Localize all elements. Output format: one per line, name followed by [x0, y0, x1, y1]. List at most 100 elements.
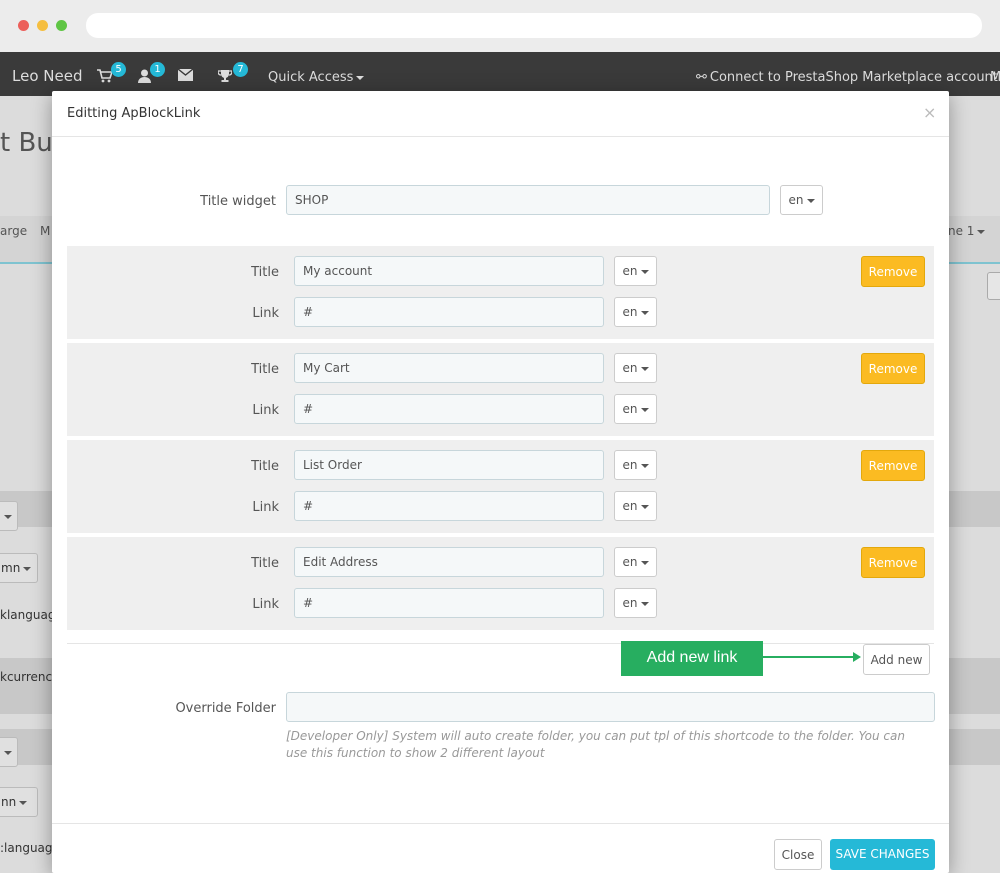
background-toolbar-item: arge — [0, 224, 28, 238]
customers-badge: 1 — [150, 62, 165, 77]
background-select: nn — [0, 787, 38, 817]
modal-title: Editting ApBlockLink — [67, 106, 201, 121]
chevron-down-icon — [977, 229, 986, 234]
link-title-label: Title — [251, 556, 279, 571]
user-icon[interactable] — [138, 69, 151, 87]
chevron-down-icon — [640, 560, 649, 565]
add-new-link-callout: Add new link — [621, 641, 763, 676]
chevron-down-icon — [640, 601, 649, 606]
cart-icon[interactable] — [97, 69, 114, 87]
save-changes-button[interactable]: SAVE CHANGES — [830, 839, 935, 870]
page-title: t Bui — [0, 128, 60, 158]
link-title-input[interactable] — [294, 353, 604, 383]
link-title-language-select[interactable]: en — [614, 353, 657, 383]
link-title-input[interactable] — [294, 547, 604, 577]
language-label: en — [622, 305, 638, 319]
maximize-window-dot[interactable] — [56, 20, 67, 31]
title-widget-language-select[interactable]: en — [780, 185, 823, 215]
link-url-label: Link — [252, 306, 279, 321]
quick-access-menu[interactable]: Quick Access — [268, 70, 365, 85]
background-select-label: nn — [1, 795, 17, 809]
language-label: en — [622, 499, 638, 513]
background-select: mn — [0, 553, 38, 583]
callout-arrow — [763, 656, 855, 658]
link-block: Title en Remove Link en — [67, 343, 934, 436]
remove-link-button[interactable]: Remove — [861, 353, 925, 384]
remove-link-button[interactable]: Remove — [861, 547, 925, 578]
arrow-right-icon — [853, 652, 861, 662]
add-new-link-button[interactable]: Add new — [863, 644, 930, 675]
chevron-down-icon — [4, 514, 12, 519]
override-folder-input[interactable] — [286, 692, 935, 722]
language-label: en — [622, 555, 638, 569]
link-title-label: Title — [251, 459, 279, 474]
background-toolbar-item: ne 1 — [948, 224, 986, 238]
link-url-label: Link — [252, 500, 279, 515]
background-toolbar-item: M — [40, 224, 51, 238]
chevron-down-icon — [356, 75, 365, 80]
trophy-badge: 7 — [233, 62, 248, 77]
more-menu[interactable]: M — [990, 70, 1000, 85]
marketplace-connect-label: Connect to PrestaShop Marketplace accoun… — [709, 70, 998, 85]
link-url-input[interactable] — [294, 491, 604, 521]
minimize-window-dot[interactable] — [37, 20, 48, 31]
close-window-dot[interactable] — [18, 20, 29, 31]
link-url-language-select[interactable]: en — [614, 394, 657, 424]
link-title-label: Title — [251, 265, 279, 280]
link-url-language-select[interactable]: en — [614, 491, 657, 521]
override-folder-label: Override Folder — [175, 701, 276, 716]
link-title-language-select[interactable]: en — [614, 547, 657, 577]
link-url-input[interactable] — [294, 588, 604, 618]
modal-footer: Close SAVE CHANGES — [52, 823, 949, 873]
chevron-down-icon — [4, 750, 12, 755]
trophy-icon[interactable] — [217, 69, 233, 87]
chevron-down-icon — [640, 366, 649, 371]
background-toolbar-item-label: ne 1 — [948, 224, 975, 238]
language-label: en — [622, 361, 638, 375]
language-label: en — [622, 264, 638, 278]
language-label: en — [622, 402, 638, 416]
link-url-language-select[interactable]: en — [614, 588, 657, 618]
chevron-down-icon — [23, 566, 32, 571]
link-title-input[interactable] — [294, 256, 604, 286]
link-url-input[interactable] — [294, 297, 604, 327]
edit-widget-modal: Editting ApBlockLink × Title widget en T… — [52, 91, 949, 873]
quick-access-label: Quick Access — [268, 70, 354, 85]
link-title-label: Title — [251, 362, 279, 377]
chevron-down-icon — [806, 198, 815, 203]
close-icon[interactable]: × — [923, 103, 936, 122]
browser-titlebar — [0, 0, 1000, 52]
link-block: Title en Remove Link en — [67, 537, 934, 630]
background-text: kcurrenc — [0, 670, 53, 684]
address-bar[interactable] — [86, 13, 982, 38]
link-block: Title en Remove Link en — [67, 440, 934, 533]
marketplace-connect-link[interactable]: ⚯ Connect to PrestaShop Marketplace accou… — [696, 70, 998, 85]
background-text: :languag — [0, 841, 53, 855]
shop-name[interactable]: Leo Need — [12, 67, 82, 85]
admin-top-nav: Leo Need 5 1 7 Quick Access ⚯ Connect to … — [0, 52, 1000, 96]
link-block: Title en Remove Link en — [67, 246, 934, 339]
title-widget-input[interactable] — [286, 185, 770, 215]
link-icon: ⚯ — [696, 70, 707, 85]
remove-link-button[interactable]: Remove — [861, 450, 925, 481]
background-select — [0, 501, 18, 531]
background-text: klanguag — [0, 608, 56, 622]
envelope-icon[interactable] — [177, 68, 194, 85]
close-button[interactable]: Close — [774, 839, 822, 870]
link-title-input[interactable] — [294, 450, 604, 480]
language-label: en — [622, 458, 638, 472]
language-label: en — [622, 596, 638, 610]
link-url-input[interactable] — [294, 394, 604, 424]
chevron-down-icon — [640, 310, 649, 315]
link-url-language-select[interactable]: en — [614, 297, 657, 327]
remove-link-button[interactable]: Remove — [861, 256, 925, 287]
chevron-down-icon — [640, 504, 649, 509]
link-title-language-select[interactable]: en — [614, 450, 657, 480]
chevron-down-icon — [640, 463, 649, 468]
link-title-language-select[interactable]: en — [614, 256, 657, 286]
background-select-label: mn — [1, 561, 21, 575]
chevron-down-icon — [640, 269, 649, 274]
chevron-down-icon — [640, 407, 649, 412]
override-folder-help: [Developer Only] System will auto create… — [286, 729, 905, 760]
title-widget-label: Title widget — [200, 194, 276, 209]
